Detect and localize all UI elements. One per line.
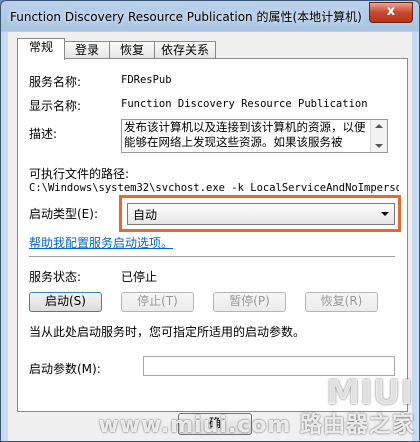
start-button[interactable]: 启动(S) xyxy=(29,292,102,312)
tab-recovery[interactable]: 恢复 xyxy=(109,41,155,59)
description-scrollbar[interactable] xyxy=(370,120,387,152)
service-name-label: 服务名称: xyxy=(29,75,82,89)
close-button[interactable]: x xyxy=(369,2,413,23)
watermark-text: www.miui.com 路由器之家 xyxy=(98,413,415,438)
divider xyxy=(29,256,395,258)
description-box[interactable]: 发布该计算机以及连接到该计算机的资源，以便能够在网络上发现这些资源。如果该服务被 xyxy=(121,119,388,153)
chevron-down-icon xyxy=(381,212,389,216)
exe-path-value: C:\Windows\system32\svchost.exe -k Local… xyxy=(29,182,399,194)
stop-button[interactable]: 停止(T) xyxy=(121,292,194,312)
service-name-value: FDResPub xyxy=(121,74,172,86)
close-icon: x xyxy=(386,4,396,19)
window-title: Function Discovery Resource Publication … xyxy=(10,10,362,24)
pause-button[interactable]: 暂停(P) xyxy=(213,292,286,312)
scroll-up-icon[interactable] xyxy=(375,124,383,128)
title-bar[interactable]: Function Discovery Resource Publication … xyxy=(1,1,419,31)
properties-window: Function Discovery Resource Publication … xyxy=(0,0,420,442)
params-hint: 当从此处启动服务时，您可指定所适用的启动参数。 xyxy=(29,325,306,339)
description-text: 发布该计算机以及连接到该计算机的资源，以便能够在网络上发现这些资源。如果该服务被 xyxy=(124,120,366,149)
scroll-down-icon[interactable] xyxy=(375,144,383,148)
general-panel: 服务名称: FDResPub 显示名称: Function Discovery … xyxy=(17,58,408,412)
display-name-value: Function Discovery Resource Publication xyxy=(121,98,368,110)
exe-path-label: 可执行文件的路径: xyxy=(29,167,130,181)
tab-dependencies[interactable]: 依存关系 xyxy=(154,41,216,59)
display-name-label: 显示名称: xyxy=(29,99,82,113)
help-configure-link[interactable]: 帮助我配置服务启动选项。 xyxy=(29,234,173,251)
params-label: 启动参数(M): xyxy=(29,362,101,376)
startup-type-label: 启动类型(E): xyxy=(29,207,98,221)
startup-type-selected: 自动 xyxy=(133,208,158,222)
description-label: 描述: xyxy=(29,127,58,141)
resume-button[interactable]: 恢复(R) xyxy=(305,292,378,312)
status-value: 已停止 xyxy=(121,270,158,284)
startup-type-select[interactable]: 自动 xyxy=(127,203,395,225)
status-label: 服务状态: xyxy=(29,270,82,284)
tab-logon[interactable]: 登录 xyxy=(64,41,110,59)
tab-general[interactable]: 常规 xyxy=(17,38,65,60)
